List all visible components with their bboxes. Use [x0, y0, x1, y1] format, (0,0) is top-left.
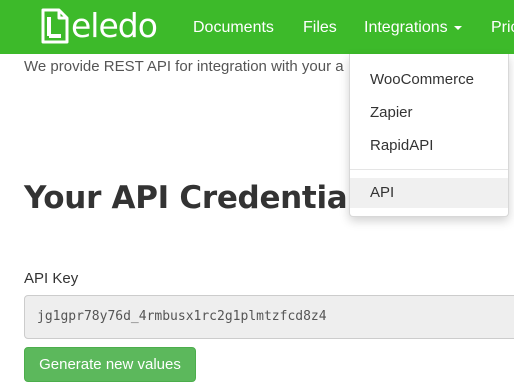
- nav-documents[interactable]: Documents: [193, 0, 274, 54]
- top-navbar: eledo Documents Files Integrations Pric: [0, 0, 514, 54]
- eledo-logo[interactable]: eledo: [40, 6, 158, 46]
- api-key-label: API Key: [24, 270, 79, 287]
- dropdown-item-rapidapi[interactable]: RapidAPI: [350, 131, 508, 161]
- page-heading: Your API Credentials: [24, 180, 376, 216]
- dropdown-item-zapier[interactable]: Zapier: [350, 98, 508, 128]
- nav-files[interactable]: Files: [303, 0, 337, 54]
- integrations-dropdown-menu: WooCommerce Zapier RapidAPI API: [349, 54, 509, 217]
- api-key-field[interactable]: jg1gpr78y76d_4rmbusx1rc2g1plmtzfcd8z4: [24, 295, 514, 339]
- nav-integrations-label: Integrations: [364, 19, 448, 36]
- nav-pricing[interactable]: Pric: [491, 0, 514, 54]
- nav-integrations[interactable]: Integrations: [364, 0, 462, 54]
- document-logo-icon: [41, 8, 69, 44]
- dropdown-item-api[interactable]: API: [350, 178, 508, 208]
- generate-new-values-button[interactable]: Generate new values: [24, 347, 196, 382]
- intro-text: We provide REST API for integration with…: [24, 58, 344, 75]
- dropdown-item-woocommerce[interactable]: WooCommerce: [350, 65, 508, 95]
- logo-text: eledo: [71, 6, 158, 45]
- dropdown-divider: [350, 169, 508, 170]
- caret-down-icon: [453, 25, 462, 30]
